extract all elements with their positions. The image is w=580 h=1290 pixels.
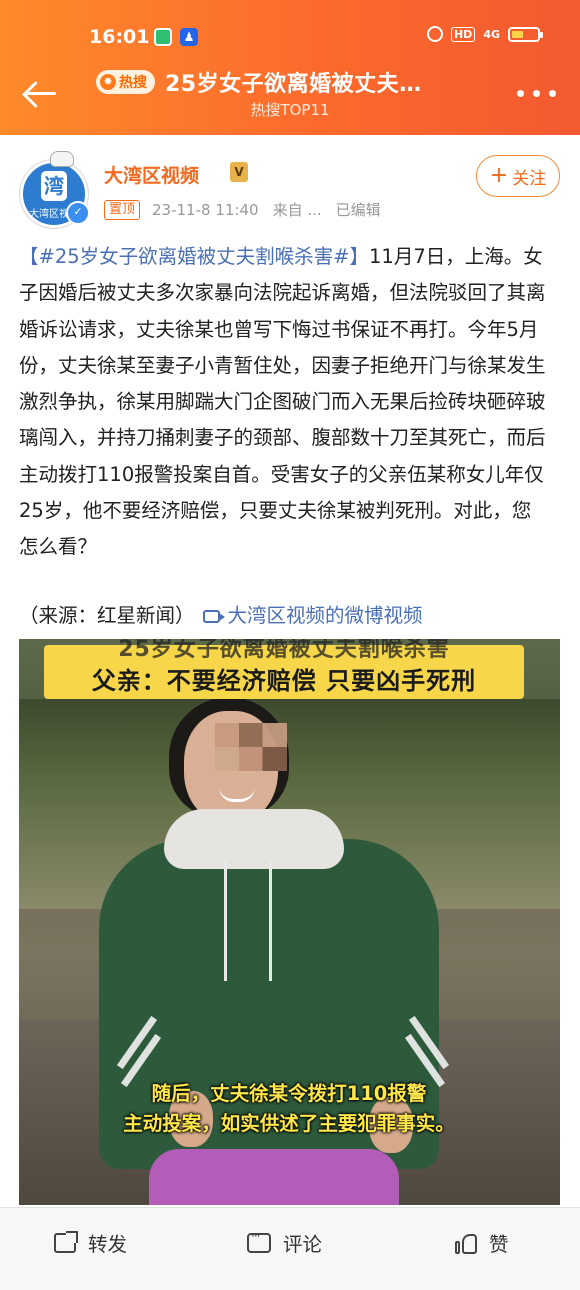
signal-icon: 4G [483,27,500,41]
hot-badge-label: 热搜 [119,75,147,91]
video-caption-line-2: 父亲：不要经济赔偿 只要凶手死刑 [91,667,477,695]
post-meta: 置顶 23-11-8 11:40 来自 ... 已编辑 [104,199,381,220]
hoodie-cord-left [224,861,227,981]
status-right-icons: HD 4G [426,26,543,42]
avatar-pendant-icon [50,147,74,167]
status-time: 16:01 [89,26,150,48]
hoodie-cord-right [269,861,272,981]
action-bar: 转发 评论 赞 [0,1207,580,1290]
vip-badge-icon: V [230,162,248,182]
app-notification-icon-2: ♟ [180,28,198,46]
header-bar: 16:01 ♟ HD 4G ✸ 热搜 25岁女子欲离婚被丈夫… 热搜TOP11 [0,0,580,135]
more-options-icon[interactable] [517,90,556,97]
title-row: ✸ 热搜 25岁女子欲离婚被丈夫… [96,66,422,98]
video-link[interactable]: 大湾区视频的微博视频 [228,604,423,627]
face-mosaic-lower [215,747,287,771]
app-notification-icon [154,28,172,46]
pinned-badge: 置顶 [104,199,141,220]
hot-search-badge[interactable]: ✸ 热搜 [96,70,155,94]
repost-icon [54,1230,78,1253]
post-body: 【#25岁女子欲离婚被丈夫割喉杀害#】11月7日，上海。女子因婚后被丈夫多次家暴… [19,239,547,566]
verified-icon: ✓ [66,201,90,225]
post-body-text: 11月7日，上海。女子因婚后被丈夫多次家暴向法院起诉离婚，但法院驳回了其离婚诉讼… [19,245,546,559]
edited-label[interactable]: 已编辑 [336,199,381,220]
source-text: （来源：红星新闻） [19,604,195,627]
alarm-icon [426,26,443,42]
hashtag-link[interactable]: 【#25岁女子欲离婚被丈夫割喉杀害#】 [19,245,369,268]
page-title: 25岁女子欲离婚被丈夫… [165,72,422,97]
page-subtitle: 热搜TOP11 [250,101,330,119]
comment-button[interactable]: 评论 [247,1228,322,1257]
video-subtitle-line-2: 主动投案，如实供述了主要犯罪事实。 [123,1112,455,1135]
repost-button[interactable]: 转发 [54,1228,127,1257]
repost-label: 转发 [88,1233,128,1256]
hd-badge: HD [450,26,476,42]
video-subtitle-line-1: 随后，丈夫徐某令拨打110报警 [151,1082,427,1105]
post-source: 来自 ... [272,201,322,219]
comment-icon [247,1229,271,1253]
follow-label: 关注 [512,168,547,189]
video-link-icon [202,610,225,623]
like-button[interactable]: 赞 [455,1228,509,1257]
video-caption-line-1: 25岁女子欲离婚被丈夫割喉杀害 [118,639,450,662]
fire-icon: ✸ [100,74,116,90]
source-line: （来源：红星新闻） 大湾区视频的微博视频 [19,598,559,634]
video-player[interactable]: 25岁女子欲离婚被丈夫割喉杀害 父亲：不要经济赔偿 只要凶手死刑 随后，丈夫徐某… [19,639,560,1205]
white-hood [164,809,344,869]
author-name[interactable]: 大湾区视频 [104,161,199,188]
battery-icon [508,26,543,42]
purple-pants [149,1149,399,1205]
plus-icon: + [489,163,509,188]
avatar-glyph: 湾 [41,171,67,201]
video-subtitle: 随后，丈夫徐某令拨打110报警 主动投案，如实供述了主要犯罪事实。 [59,1079,519,1139]
status-bar: 16:01 ♟ HD 4G [0,22,580,56]
post-timestamp: 23-11-8 11:40 [152,200,259,219]
thumbs-up-icon [455,1232,477,1254]
like-label: 赞 [489,1233,509,1256]
follow-button[interactable]: + 关注 [476,155,560,197]
post-card: 湾 大湾区视频 ✓ 大湾区视频 V 置顶 23-11-8 11:40 来自 ..… [0,135,580,1205]
comment-label: 评论 [283,1233,323,1256]
